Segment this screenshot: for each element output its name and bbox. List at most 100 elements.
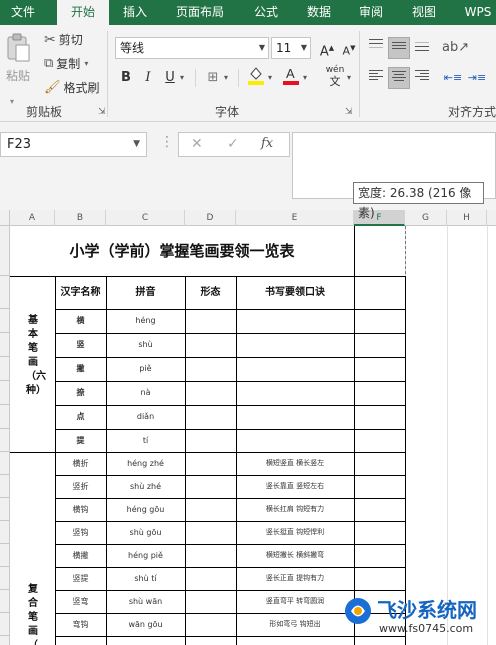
column-header-a[interactable]: A bbox=[10, 210, 55, 226]
bold-button[interactable]: B bbox=[115, 67, 137, 89]
row-header[interactable] bbox=[0, 590, 10, 613]
row-header[interactable] bbox=[0, 498, 10, 521]
align-middle-icon bbox=[392, 42, 406, 49]
font-launcher-icon[interactable]: ⇲ bbox=[345, 107, 353, 117]
format-painter-button[interactable]: 🖌 格式刷 bbox=[44, 79, 100, 96]
column-header-c[interactable]: C bbox=[106, 210, 185, 226]
table-cell: 横长扛肩 钩短有力 bbox=[265, 505, 325, 513]
worksheet-grid[interactable]: 小学（学前）掌握笔画要领一览表 基本笔画（六种） 复合笔画（ 汉字名称 拼音 形… bbox=[10, 226, 496, 645]
grow-font-button[interactable]: A▲ bbox=[316, 37, 338, 59]
row-header[interactable] bbox=[0, 381, 10, 405]
insert-function-icon[interactable]: fx bbox=[261, 136, 273, 151]
excel-window: 文件 开始 插入 页面布局 公式 数据 审阅 视图 WPS 粘贴 ▾ ✂ 剪切 … bbox=[0, 0, 496, 645]
tab-home[interactable]: 开始 bbox=[57, 0, 109, 25]
chevron-down-icon: ▾ bbox=[84, 59, 89, 68]
tab-file[interactable]: 文件 bbox=[0, 0, 46, 25]
clipboard-launcher-icon[interactable]: ⇲ bbox=[98, 107, 106, 117]
tab-wps[interactable]: WPS bbox=[458, 0, 496, 25]
select-all-corner[interactable] bbox=[0, 210, 10, 226]
increase-indent-button[interactable]: ⇥≡ bbox=[466, 67, 488, 89]
row-header[interactable] bbox=[0, 333, 10, 357]
tab-insert[interactable]: 插入 bbox=[113, 0, 157, 25]
align-right-icon bbox=[415, 70, 429, 80]
row-header[interactable] bbox=[0, 357, 10, 381]
align-middle-button[interactable] bbox=[388, 37, 410, 59]
format-painter-label: 格式刷 bbox=[63, 81, 100, 95]
italic-button[interactable]: I bbox=[137, 67, 159, 89]
cut-button[interactable]: ✂ 剪切 bbox=[44, 31, 83, 48]
column-header-h[interactable]: H bbox=[447, 210, 487, 226]
tab-view[interactable]: 视图 bbox=[403, 0, 445, 25]
borders-button[interactable]: ⊞ bbox=[202, 67, 224, 89]
table-cell: héng bbox=[135, 316, 156, 325]
font-name-select[interactable]: 等线 ▼ bbox=[115, 37, 269, 59]
table-cell: shù wān bbox=[128, 597, 163, 606]
align-bottom-button[interactable] bbox=[411, 37, 433, 59]
table-cell: shù tí bbox=[134, 574, 157, 583]
gridline bbox=[447, 226, 448, 645]
row-header[interactable] bbox=[0, 309, 10, 333]
row-header[interactable] bbox=[0, 544, 10, 567]
row-header[interactable] bbox=[0, 226, 10, 276]
table-cell: wān gōu bbox=[128, 620, 163, 629]
shrink-font-button[interactable]: A▼ bbox=[338, 37, 360, 59]
tab-data[interactable]: 数据 bbox=[298, 0, 340, 25]
align-right-button[interactable] bbox=[411, 67, 433, 89]
column-header-e[interactable]: E bbox=[236, 210, 354, 226]
copy-label: 复制 bbox=[56, 57, 81, 71]
group-label-compound: 复合笔画（ bbox=[28, 584, 38, 645]
align-left-button[interactable] bbox=[365, 67, 387, 89]
phonetic-dropdown-icon[interactable]: ▾ bbox=[347, 73, 351, 82]
svg-text:A: A bbox=[286, 66, 295, 81]
copy-button[interactable]: ⧉ 复制 ▾ bbox=[44, 55, 88, 72]
header-name: 汉字名称 bbox=[60, 287, 101, 298]
row-header[interactable] bbox=[0, 452, 10, 475]
paste-dropdown-icon[interactable]: ▾ bbox=[10, 97, 14, 106]
table-cell: 横折 bbox=[72, 459, 89, 468]
orientation-button[interactable]: ab↗ bbox=[442, 37, 469, 59]
underline-dropdown-icon[interactable]: ▾ bbox=[180, 73, 184, 82]
chevron-down-icon: ▼ bbox=[258, 43, 265, 52]
align-top-button[interactable] bbox=[365, 37, 387, 59]
confirm-icon[interactable]: ✓ bbox=[227, 136, 239, 152]
decrease-indent-button[interactable]: ⇤≡ bbox=[442, 67, 464, 89]
column-header-g[interactable]: G bbox=[405, 210, 447, 226]
column-header-d[interactable]: D bbox=[185, 210, 236, 226]
grow-font-icon: A bbox=[319, 44, 329, 60]
fill-color-dropdown-icon[interactable]: ▾ bbox=[268, 73, 272, 82]
tab-review[interactable]: 审阅 bbox=[350, 0, 392, 25]
watermark-url: www.fs0745.com bbox=[379, 622, 474, 635]
table-cell: 竖 bbox=[76, 340, 85, 349]
font-color-icon: A bbox=[283, 66, 299, 85]
fill-color-button[interactable] bbox=[245, 65, 267, 87]
font-color-button[interactable]: A bbox=[280, 65, 302, 87]
table-cell: diǎn bbox=[136, 412, 155, 421]
chevron-down-icon: ▼ bbox=[300, 43, 307, 52]
row-header[interactable] bbox=[0, 613, 10, 636]
row-header[interactable] bbox=[0, 521, 10, 544]
font-size-select[interactable]: 11 ▼ bbox=[271, 37, 311, 59]
font-color-dropdown-icon[interactable]: ▾ bbox=[303, 73, 307, 82]
divider bbox=[195, 69, 196, 87]
table-cell: 横 bbox=[76, 316, 85, 325]
align-center-button[interactable] bbox=[388, 67, 410, 89]
underline-button[interactable]: U bbox=[159, 67, 181, 89]
table-cell: shù gōu bbox=[129, 528, 162, 537]
tab-page-layout[interactable]: 页面布局 bbox=[168, 0, 232, 25]
borders-dropdown-icon[interactable]: ▾ bbox=[224, 73, 228, 82]
cancel-icon[interactable]: ✕ bbox=[191, 136, 203, 152]
row-header[interactable] bbox=[0, 405, 10, 429]
table-cell: héng gōu bbox=[126, 505, 165, 514]
name-box[interactable]: F23 ▼ bbox=[0, 132, 147, 157]
tab-formulas[interactable]: 公式 bbox=[245, 0, 287, 25]
row-header[interactable] bbox=[0, 429, 10, 452]
table-cell: 竖长正直 提钩有力 bbox=[265, 574, 325, 582]
row-header[interactable] bbox=[0, 475, 10, 498]
row-header[interactable] bbox=[0, 567, 10, 590]
paste-button[interactable]: 粘贴 bbox=[4, 33, 32, 89]
phonetic-button[interactable]: wén 文 bbox=[322, 65, 348, 87]
row-header[interactable] bbox=[0, 276, 10, 309]
column-header-b[interactable]: B bbox=[55, 210, 106, 226]
scissors-icon: ✂ bbox=[44, 31, 56, 48]
sheet-title: 小学（学前）掌握笔画要领一览表 bbox=[69, 242, 295, 260]
